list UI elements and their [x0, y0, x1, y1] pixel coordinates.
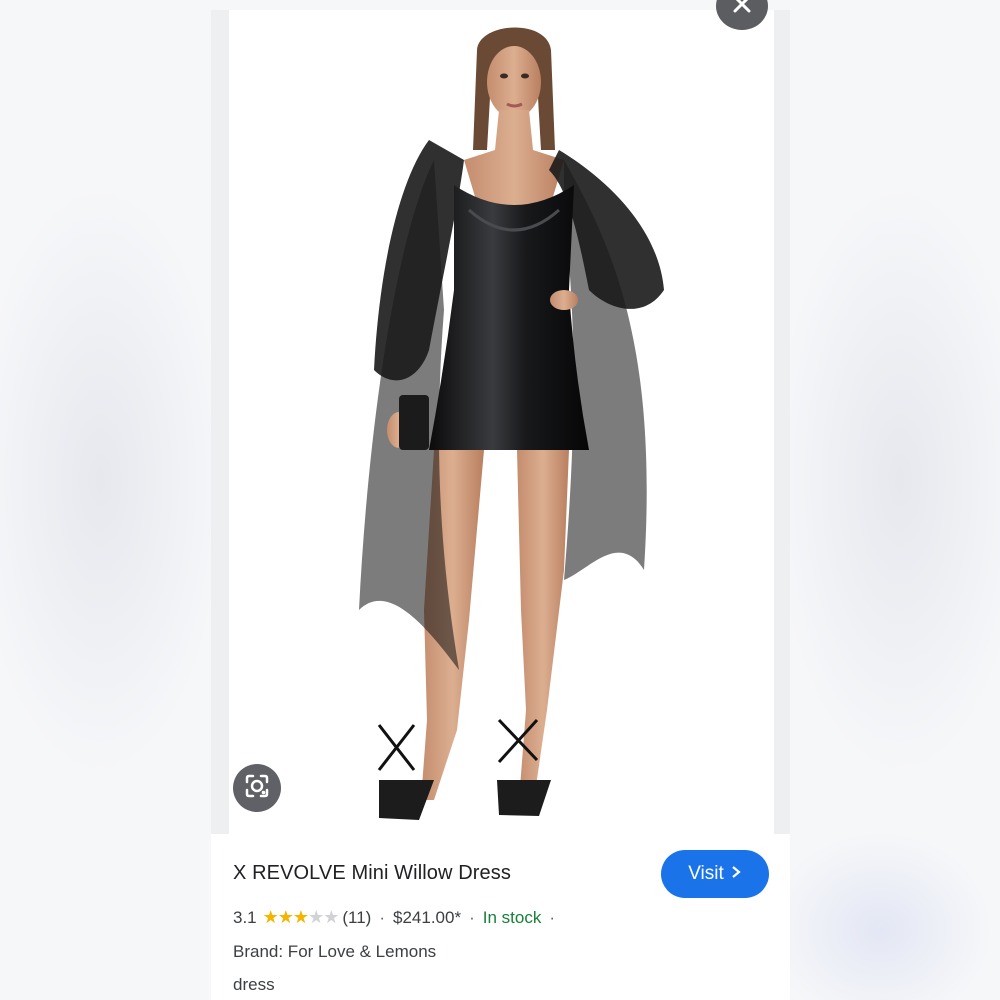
visit-label: Visit — [688, 863, 724, 884]
separator-dot: · — [549, 907, 556, 927]
model-illustration — [359, 27, 664, 820]
lens-search-button[interactable] — [233, 764, 281, 812]
product-card: X REVOLVE Mini Willow Dress Visit 3.1 ★ … — [211, 834, 790, 1000]
star-icon-filled: ★ — [292, 907, 309, 927]
star-icon-filled: ★ — [277, 907, 294, 927]
separator-dot: · — [469, 907, 475, 927]
separator-dot: · — [379, 907, 385, 927]
brand-text: Brand: For Love & Lemons — [233, 942, 437, 961]
chevron-right-icon — [730, 863, 742, 885]
close-icon — [731, 0, 753, 20]
star-icon-filled: ★ — [262, 907, 279, 927]
price: $241.00* — [393, 907, 462, 927]
visit-button[interactable]: Visit — [661, 850, 769, 898]
review-count: (11) — [342, 907, 372, 927]
category-text: dress — [233, 975, 275, 994]
availability-status: In stock — [482, 907, 542, 927]
meta-row: 3.1 ★ ★ ★ ★ ★ (11) · $241.00* · In stock… — [233, 907, 563, 928]
rating-value: 3.1 — [233, 907, 257, 927]
product-image[interactable] — [229, 10, 774, 834]
star-icon-empty: ★ — [308, 907, 324, 927]
product-title[interactable]: X REVOLVE Mini Willow Dress — [233, 862, 511, 885]
lens-search-icon — [243, 772, 271, 805]
star-icon-empty: ★ — [323, 907, 339, 927]
star-rating: ★ ★ ★ ★ ★ — [262, 907, 340, 928]
